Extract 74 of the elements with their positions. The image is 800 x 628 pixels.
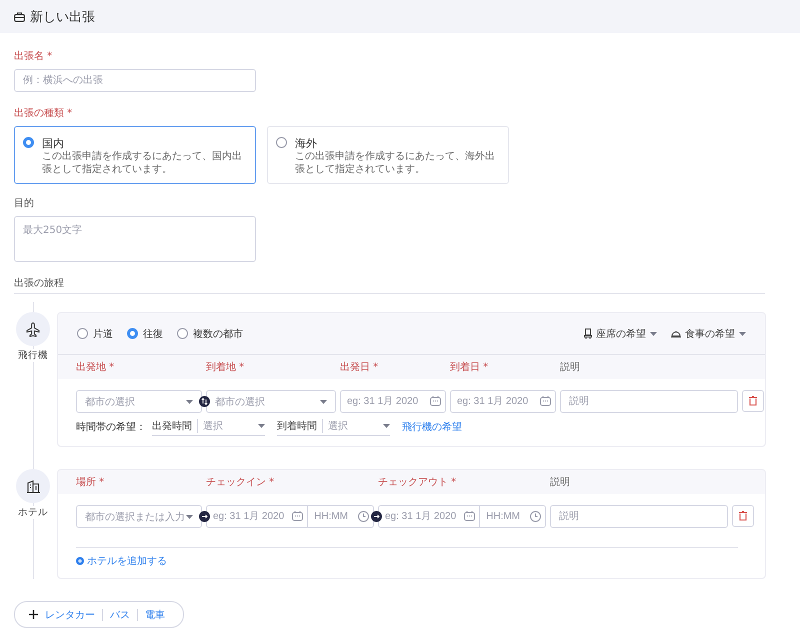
cloche-icon (671, 330, 681, 338)
radio-label[interactable]: 片道 (93, 326, 113, 340)
trash-icon (749, 396, 757, 406)
delete-button[interactable] (732, 505, 754, 527)
hotel-icon (16, 469, 50, 503)
time-select[interactable]: 出発時間 選択 (152, 417, 265, 436)
date-field[interactable]: eg: 31 1月 2020 (450, 390, 556, 413)
column-label: 到着地 * (206, 360, 246, 374)
caret-icon (739, 332, 746, 336)
radio-button[interactable] (276, 137, 287, 148)
trip-type-card[interactable]: 海外 この出張申請を作成するにあたって、海外出張として指定されています。 (267, 126, 509, 184)
radio-button[interactable] (23, 137, 34, 148)
radio-button[interactable] (127, 328, 138, 339)
column-label: チェックイン * (206, 476, 276, 489)
radio-label[interactable]: 往復 (143, 326, 163, 340)
field-label: 目的 (14, 197, 34, 210)
column-label: 到着日 * (450, 360, 490, 374)
transport-link[interactable]: 電車 (145, 608, 165, 622)
meal-preference-dropdown[interactable]: 食事の希望 (671, 326, 746, 340)
column-label: 説明 (550, 476, 571, 489)
column-label: 場所 * (76, 476, 106, 489)
time-field[interactable]: HH:MM (480, 505, 546, 528)
field-label: 出張名 * (14, 50, 52, 63)
delete-button[interactable] (742, 390, 764, 412)
caret-icon (186, 514, 193, 518)
section-heading: 出張の旅程 (14, 276, 64, 290)
caret-icon (258, 424, 265, 428)
flight-preference-link[interactable]: 飛行機の希望 (402, 420, 462, 434)
seat-preference-dropdown[interactable]: 座席の希望 (584, 326, 657, 340)
caret-icon (383, 424, 390, 428)
add-hotel-link[interactable]: ホテルを追加する (76, 554, 167, 568)
date-field[interactable]: eg: 31 1月 2020 (378, 505, 480, 528)
caret-icon (650, 332, 657, 336)
option-title: 海外 (295, 136, 318, 150)
airplane-icon (16, 312, 50, 346)
option-description: この出張申請を作成するにあたって、海外出張として指定されています。 (295, 151, 496, 176)
segment-label: 飛行機 (18, 349, 48, 362)
radio-button[interactable] (77, 328, 88, 339)
segment-label: ホテル (18, 506, 48, 519)
date-field[interactable]: eg: 31 1月 2020 (206, 505, 308, 528)
trip-type-card[interactable]: 国内 この出張申請を作成するにあたって、国内出張として指定されています。 (14, 126, 256, 184)
time-select[interactable]: 到着時間 選択 (277, 417, 390, 436)
clock-icon (358, 511, 369, 522)
plus-circle-icon (76, 557, 84, 565)
calendar-icon (292, 511, 304, 521)
date-field[interactable]: eg: 31 1月 2020 (340, 390, 446, 413)
seat-icon (584, 328, 592, 339)
transport-link[interactable]: レンタカー (45, 608, 95, 622)
caret-icon (320, 400, 327, 404)
calendar-icon (464, 511, 476, 521)
page-title: 新しい出張 (30, 8, 95, 26)
trip-name-field[interactable]: 例：横浜への出張 (14, 69, 256, 92)
column-label: 説明 (560, 360, 581, 374)
transport-link[interactable]: バス (110, 608, 130, 622)
option-title: 国内 (42, 136, 65, 150)
radio-button[interactable] (177, 328, 188, 339)
description-field[interactable]: 説明 (550, 505, 728, 528)
calendar-icon (430, 396, 441, 406)
column-label: 出発地 * (76, 360, 116, 374)
description-field[interactable]: 説明 (560, 390, 738, 413)
time-preference-label: 時間帯の希望： (76, 420, 146, 434)
clock-icon (530, 511, 541, 522)
purpose-field[interactable]: 最大250文字 (14, 216, 256, 262)
column-label: チェックアウト * (378, 476, 458, 489)
trash-icon (739, 511, 747, 521)
radio-label[interactable]: 複数の都市 (193, 326, 243, 340)
option-description: この出張申請を作成するにあたって、国内出張として指定されています。 (42, 151, 243, 176)
calendar-icon (540, 396, 551, 406)
plus-icon (29, 610, 38, 619)
briefcase-icon (14, 12, 25, 22)
caret-icon (186, 400, 193, 404)
column-label: 出発日 * (340, 360, 380, 374)
field-label: 出張の種類 * (14, 106, 72, 120)
time-field[interactable]: HH:MM (308, 505, 374, 528)
